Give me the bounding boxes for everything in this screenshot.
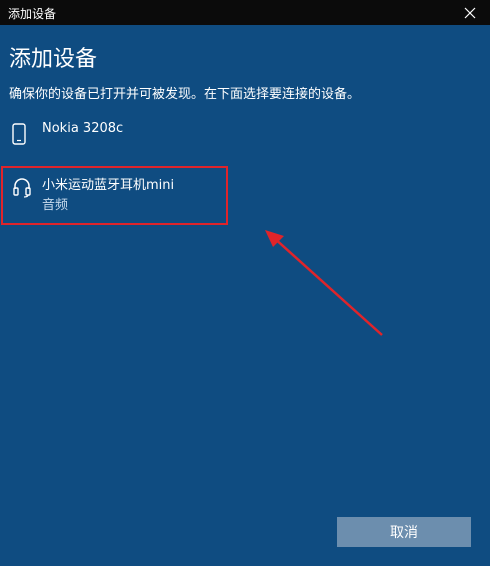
device-name: Nokia 3208c [42,121,124,136]
close-button[interactable] [450,0,490,25]
page-title: 添加设备 [9,47,98,72]
cancel-button[interactable]: 取消 [337,517,471,547]
close-icon [464,7,476,18]
annotation-arrow [265,230,383,336]
device-item-nokia[interactable]: Nokia 3208c [8,115,228,171]
instruction-text: 确保你的设备已打开并可被发现。在下面选择要连接的设备。 [9,87,361,102]
phone-icon [12,123,26,149]
window-title: 添加设备 [8,7,57,21]
annotation-highlight-box [1,166,228,225]
title-bar: 添加设备 [0,0,490,25]
